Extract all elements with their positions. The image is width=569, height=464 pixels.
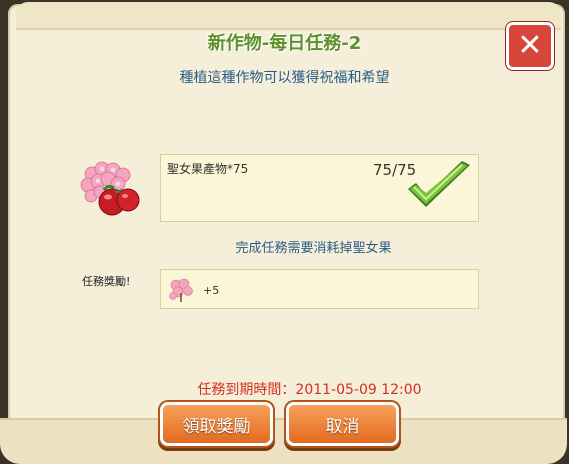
dialog-subtitle: 種植這種作物可以獲得祝福和希望 bbox=[179, 70, 390, 86]
close-icon: ✕ bbox=[517, 28, 543, 63]
blossom-icon bbox=[169, 278, 193, 302]
dialog-title: 新作物-每日任務-2 bbox=[207, 33, 362, 54]
reward-label: 任務獎勵! bbox=[82, 275, 131, 288]
claim-reward-button[interactable]: 領取獎勵 bbox=[160, 402, 273, 446]
cherry-tomato-blossom-icon bbox=[80, 161, 140, 216]
task-requirement-panel: 聖女果產物*75 75/75 bbox=[160, 154, 479, 222]
reward-panel: +5 bbox=[160, 269, 479, 309]
close-button[interactable]: ✕ bbox=[506, 22, 554, 70]
cancel-button[interactable]: 取消 bbox=[286, 402, 399, 446]
reward-amount: +5 bbox=[203, 284, 220, 297]
checkmark-icon bbox=[408, 161, 470, 207]
task-name: 聖女果產物*75 bbox=[167, 162, 249, 176]
scroll-top-roll bbox=[16, 2, 561, 30]
expire-time: 任務到期時間：2011-05-09 12:00 bbox=[197, 382, 422, 398]
consume-note: 完成任務需要消耗掉聖女果 bbox=[235, 241, 392, 256]
scroll-bottom-roll bbox=[0, 418, 567, 464]
